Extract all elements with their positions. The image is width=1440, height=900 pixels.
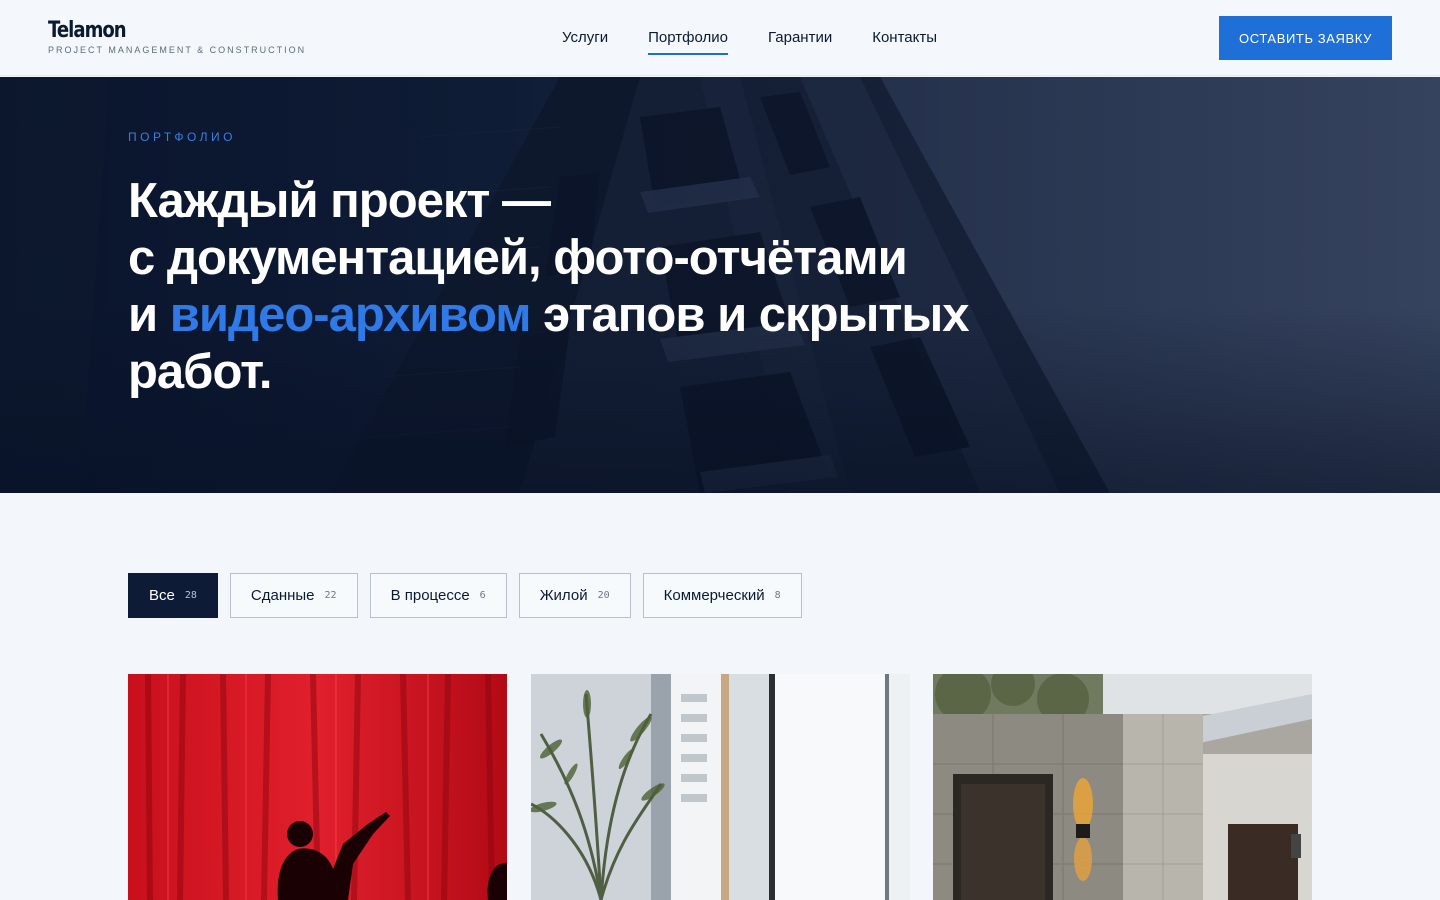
filter-label: Сданные <box>250 587 315 604</box>
logo-name: Telamon <box>48 18 127 43</box>
nav-item-services[interactable]: Услуги <box>562 29 608 55</box>
filter-completed[interactable]: Сданные 22 <box>229 573 358 618</box>
filter-count: 20 <box>597 590 610 601</box>
filter-label: В процессе <box>390 587 470 604</box>
logo[interactable]: Telamon PROJECT MANAGEMENT & CONSTRUCTIO… <box>48 18 306 55</box>
hero-title: Каждый проект — с документацией, фото-от… <box>128 173 1068 401</box>
nav-item-contacts[interactable]: Контакты <box>872 29 937 55</box>
nav-item-guarantees[interactable]: Гарантии <box>768 29 832 55</box>
hero-title-line-3-end: этапов и скрытых <box>530 288 969 342</box>
hero-title-line-3-start: и <box>128 288 170 342</box>
filter-commercial[interactable]: Коммерческий 8 <box>642 573 802 618</box>
main-nav: Услуги Портфолио Гарантии Контакты <box>562 29 937 57</box>
red-curtain-photo <box>128 674 507 900</box>
request-button[interactable]: ОСТАВИТЬ ЗАЯВКУ <box>1219 16 1392 60</box>
hero-eyebrow: ПОРТФОЛИО <box>128 130 237 144</box>
hero-title-line-1: Каждый проект — <box>128 174 551 228</box>
filter-in-progress[interactable]: В процессе 6 <box>369 573 507 618</box>
filter-count: 28 <box>184 590 197 601</box>
window-plant-interior-photo <box>531 674 910 900</box>
filter-count: 6 <box>479 590 486 601</box>
filter-label: Все <box>149 587 175 604</box>
site-header: Telamon PROJECT MANAGEMENT & CONSTRUCTIO… <box>0 0 1440 76</box>
filter-residential[interactable]: Жилой 20 <box>518 573 631 618</box>
hero-title-accent: видео-архивом <box>169 288 532 342</box>
logo-tagline: PROJECT MANAGEMENT & CONSTRUCTION <box>48 45 307 55</box>
hero-section: ПОРТФОЛИО Каждый проект — с документацие… <box>0 77 1440 493</box>
filter-count: 22 <box>324 590 337 601</box>
hero-title-line-2: с документацией, фото-отчётами <box>128 231 908 285</box>
project-card[interactable] <box>933 674 1312 900</box>
project-card[interactable] <box>531 674 910 900</box>
project-card[interactable] <box>128 674 507 900</box>
filter-count: 8 <box>774 590 781 601</box>
portfolio-filters: Все 28 Сданные 22 В процессе 6 Жилой 20 … <box>128 573 802 618</box>
project-grid <box>128 674 1312 900</box>
filter-label: Жилой <box>539 587 588 604</box>
filter-all[interactable]: Все 28 <box>128 573 218 618</box>
filter-label: Коммерческий <box>663 587 765 604</box>
stone-facade-entrance-photo <box>933 674 1312 900</box>
hero-title-line-4: работ. <box>128 345 272 399</box>
nav-item-portfolio[interactable]: Портфолио <box>648 29 728 55</box>
